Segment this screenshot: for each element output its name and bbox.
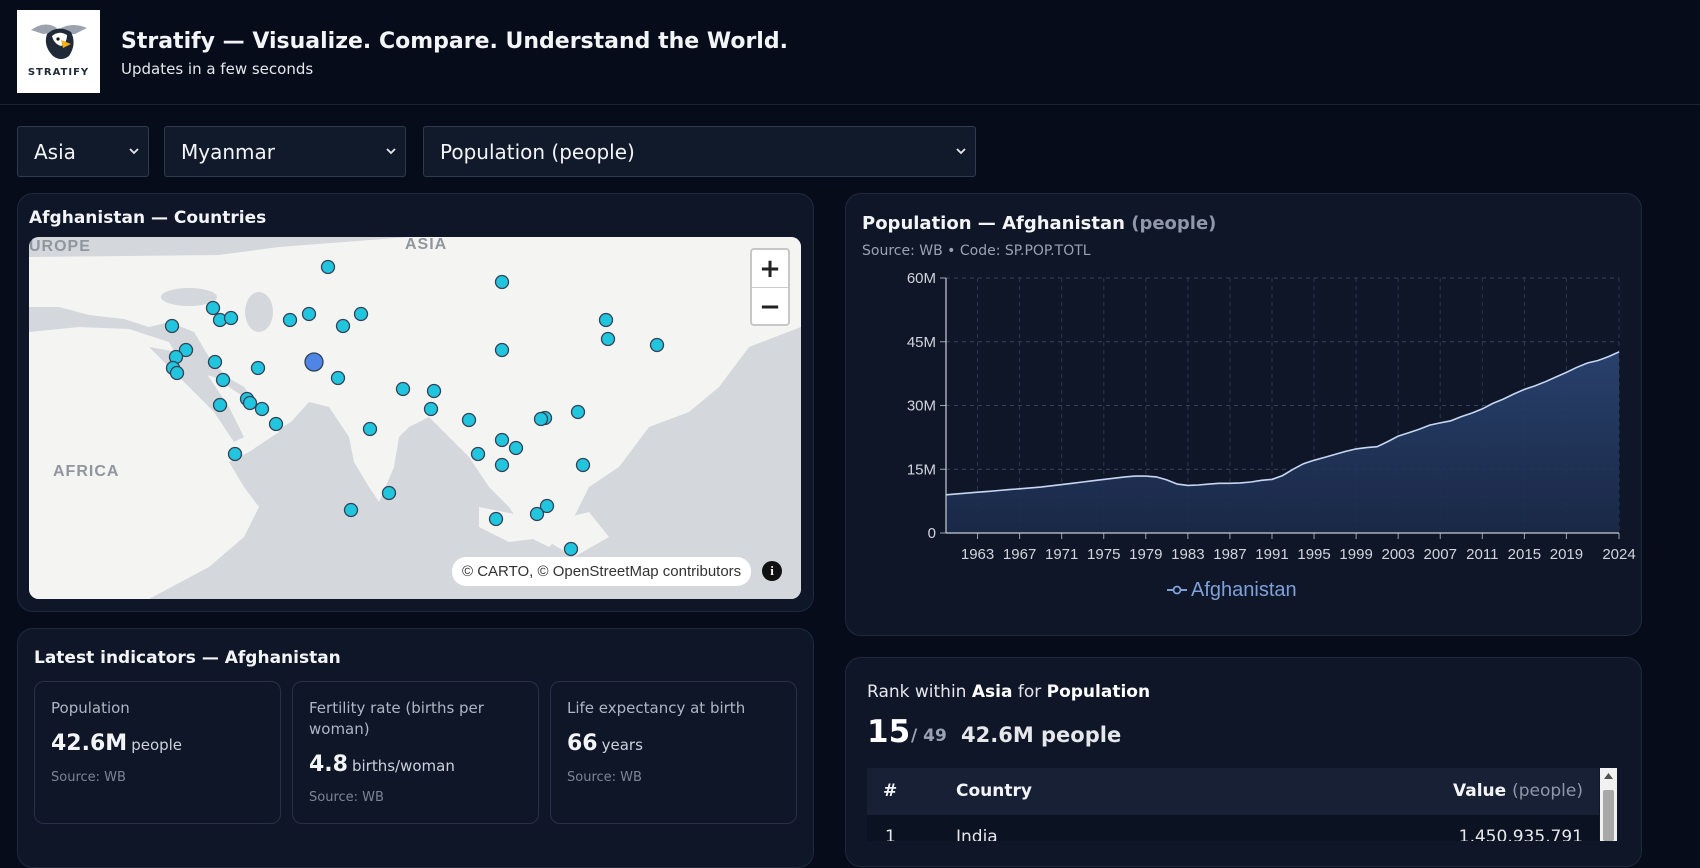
y-tick-label: 0	[928, 525, 936, 542]
rank-middle: for	[1017, 682, 1042, 702]
legend-label: Afghanistan	[1191, 578, 1297, 601]
series-area	[946, 351, 1619, 533]
scrollbar-thumb[interactable]	[1603, 790, 1614, 841]
y-tick-label: 30M	[907, 398, 936, 415]
x-tick-label: 1987	[1213, 546, 1246, 563]
col-value-unit: (people)	[1512, 781, 1583, 801]
row-value: 1,450,935,791	[1458, 827, 1583, 841]
row-country[interactable]: India	[956, 827, 998, 841]
x-tick-label: 1971	[1045, 546, 1078, 563]
y-tick-label: 45M	[907, 334, 936, 351]
col-country[interactable]: Country	[956, 781, 1032, 801]
x-tick-label: 1991	[1255, 546, 1288, 563]
rank-region: Asia	[971, 682, 1013, 702]
table-scrollbar[interactable]	[1600, 768, 1617, 841]
x-tick-label: 2011	[1466, 546, 1498, 563]
legend-marker-icon	[1167, 585, 1187, 595]
x-tick-label: 1999	[1339, 546, 1372, 563]
x-tick-label: 1963	[961, 546, 994, 563]
x-tick-label: 1967	[1003, 546, 1036, 563]
chart-legend[interactable]: Afghanistan	[1167, 578, 1297, 602]
x-tick-label: 1975	[1087, 546, 1120, 563]
rank-prefix: Rank within	[867, 682, 967, 702]
x-tick-label: 2015	[1508, 546, 1541, 563]
x-tick-label: 1983	[1171, 546, 1204, 563]
y-tick-label: 15M	[907, 461, 936, 478]
col-rank[interactable]: #	[883, 781, 897, 801]
rank-total: / 49	[911, 726, 947, 746]
x-tick-label: 1979	[1129, 546, 1162, 563]
x-tick-label: 1995	[1297, 546, 1330, 563]
rank-value: 42.6M people	[961, 723, 1122, 747]
x-tick-label: 2019	[1550, 546, 1583, 563]
rank-heading: Rank within Asia for Population	[867, 682, 1150, 702]
row-rank: 1	[885, 827, 896, 841]
y-tick-label: 60M	[907, 270, 936, 287]
scroll-up-icon[interactable]	[1600, 768, 1617, 784]
rank-number: 15	[867, 714, 911, 750]
col-value[interactable]: Value (people)	[1453, 781, 1583, 801]
x-tick-label: 2003	[1381, 546, 1414, 563]
rank-table-header: # Country Value (people)	[867, 768, 1599, 815]
col-value-label: Value	[1453, 781, 1507, 801]
rank-indicator: Population	[1046, 682, 1151, 702]
x-tick-label: 2007	[1424, 546, 1457, 563]
rank-table: # Country Value (people) 1 India 1,450,9…	[867, 768, 1599, 841]
x-tick-label: 2024	[1602, 546, 1635, 563]
